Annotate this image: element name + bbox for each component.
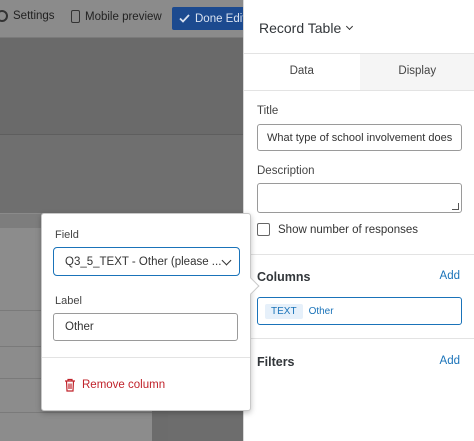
column-type-tag: TEXT	[265, 303, 303, 319]
divider	[244, 338, 474, 339]
canvas-region	[0, 135, 243, 213]
title-label: Title	[257, 105, 279, 117]
field-select-value: Q3_5_TEXT - Other (please ...	[65, 255, 222, 268]
panel-tabs: Data Display	[244, 53, 474, 91]
show-responses-label: Show number of responses	[278, 223, 418, 236]
filters-heading: Filters	[257, 355, 295, 369]
trash-icon	[65, 378, 75, 392]
widget-type-dropdown[interactable]: Record Table	[259, 20, 354, 36]
label-input[interactable]: Other	[53, 313, 238, 341]
description-textarea[interactable]	[257, 183, 462, 213]
label-label: Label	[55, 295, 82, 307]
description-label: Description	[257, 165, 315, 177]
divider	[42, 357, 250, 358]
editor-toolbar: Settings Mobile preview Done Editing	[0, 0, 243, 38]
title-input[interactable]: What type of school involvement does	[257, 124, 462, 151]
remove-column-label: Remove column	[82, 379, 166, 391]
settings-panel: Record Table Data Display Title What typ…	[243, 0, 474, 441]
remove-column-button[interactable]: Remove column	[64, 378, 165, 392]
phone-icon	[71, 10, 80, 23]
columns-heading: Columns	[257, 270, 311, 284]
mobile-preview-button[interactable]: Mobile preview	[71, 10, 162, 23]
tab-data[interactable]: Data	[244, 54, 360, 90]
column-chip[interactable]: TEXT Other	[257, 297, 462, 325]
table-row-divider	[0, 412, 152, 413]
tab-display[interactable]: Display	[359, 54, 474, 90]
show-responses-checkbox[interactable]	[257, 223, 270, 236]
field-label: Field	[55, 229, 79, 241]
gear-icon	[0, 10, 8, 22]
done-editing-button[interactable]: Done Editing	[172, 7, 243, 30]
chevron-down-icon	[221, 255, 232, 266]
add-filter-link[interactable]: Add	[440, 355, 460, 367]
resize-handle-icon[interactable]	[452, 203, 459, 210]
column-name: Other	[308, 305, 334, 317]
divider	[244, 254, 474, 255]
chevron-down-icon	[346, 22, 354, 31]
add-column-link[interactable]: Add	[440, 270, 460, 282]
field-select[interactable]: Q3_5_TEXT - Other (please ...	[53, 247, 240, 276]
settings-button[interactable]: Settings	[0, 10, 55, 22]
panel-title: Record Table	[259, 20, 342, 36]
settings-label: Settings	[13, 10, 55, 22]
mobile-preview-label: Mobile preview	[85, 10, 162, 23]
show-responses-option[interactable]: Show number of responses	[257, 223, 418, 236]
column-editor-popover: Field Q3_5_TEXT - Other (please ... Labe…	[41, 213, 260, 411]
canvas-region	[0, 38, 243, 134]
done-editing-label: Done Editing	[195, 12, 243, 25]
checkmark-icon	[179, 14, 190, 23]
